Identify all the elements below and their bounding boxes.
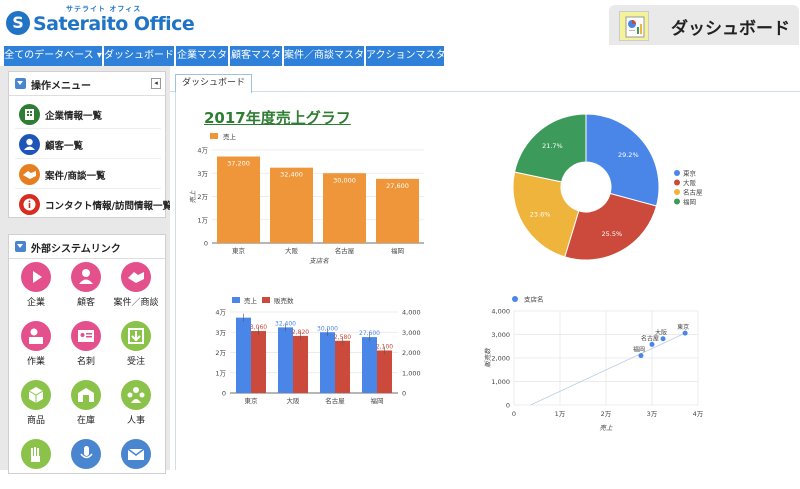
ext-link-label: 受注: [126, 357, 145, 367]
menu-item-deal-list[interactable]: 案件/商談一覧: [15, 160, 161, 189]
nav-tab-dashboard[interactable]: ダッシュボード: [104, 46, 174, 66]
nav-tab-action-master[interactable]: アクションマスタ: [366, 46, 446, 66]
dashboard-panel: [175, 92, 797, 470]
external-links-header: 外部システムリンク: [9, 235, 165, 259]
menu-item-label: 案件/商談一覧: [45, 171, 106, 182]
ext-link-label: 案件／商談: [113, 298, 159, 308]
building-icon: [19, 104, 40, 125]
worker-icon: [21, 321, 51, 351]
ext-link-orders[interactable]: 受注: [110, 321, 160, 371]
hand-icon: [21, 439, 51, 469]
play-icon: [21, 262, 51, 292]
ext-link-label: 商品: [26, 416, 45, 426]
card-icon: [71, 321, 101, 351]
app-header: S サテライト オフィス Sateraito Office ダッシュボード: [0, 0, 800, 45]
external-links-title: 外部システムリンク: [31, 244, 121, 255]
external-links-panel: 外部システムリンク 企業 顧客 案件／商談 作業 名刺 受注 商品 在庫 人事: [8, 234, 166, 474]
people-icon: [121, 380, 151, 410]
ext-link-hr[interactable]: 人事: [110, 380, 160, 430]
nav-tab-company-master[interactable]: 企業マスタ: [176, 46, 228, 66]
handshake-icon: [121, 262, 151, 292]
ext-link-label: 企業: [26, 298, 45, 308]
warehouse-icon: [71, 380, 101, 410]
download-icon: [121, 321, 151, 351]
main-nav: 全てのデータベース ▾ ダッシュボード 企業マスタ 顧客マスタ 案件／商談マスタ…: [0, 46, 800, 66]
report-title[interactable]: 2017年度売上グラフ: [204, 107, 351, 128]
nav-tab-all-databases[interactable]: 全てのデータベース ▾: [4, 46, 102, 66]
content-tab-bar: ダッシュボード: [170, 66, 800, 93]
nav-tab-customer-master[interactable]: 顧客マスタ: [230, 46, 282, 66]
menu-item-label: 顧客一覧: [45, 141, 84, 152]
ext-link-work[interactable]: 作業: [10, 321, 60, 371]
person-icon: [19, 134, 40, 155]
logo-mark[interactable]: S: [6, 11, 30, 35]
ext-link-inventory[interactable]: 在庫: [60, 380, 110, 430]
page-title-badge: ダッシュボード: [609, 5, 799, 45]
ext-link-label: 顧客: [76, 298, 95, 308]
ext-link-company[interactable]: 企業: [10, 262, 60, 312]
operation-menu-panel: 操作メニュー ◂ 企業情報一覧 顧客一覧 案件/商談一覧 コンタクト情報/訪問情…: [8, 71, 172, 219]
dashboard-chart-icon: [619, 11, 649, 41]
ext-link-mic[interactable]: [60, 439, 110, 489]
ext-link-label: 作業: [26, 357, 45, 367]
menu-item-contact-list[interactable]: コンタクト情報/訪問情報一覧: [15, 190, 172, 219]
logo-text[interactable]: Sateraito Office: [33, 13, 195, 35]
ext-link-label: 名刺: [76, 357, 95, 367]
ext-link-customer[interactable]: 顧客: [60, 262, 110, 312]
tab-dashboard[interactable]: ダッシュボード: [175, 74, 253, 93]
panel-caret-icon[interactable]: [15, 78, 26, 89]
menu-item-customer-list[interactable]: 顧客一覧: [15, 130, 161, 159]
mic-icon: [71, 439, 101, 469]
ext-link-business-card[interactable]: 名刺: [60, 321, 110, 371]
ext-link-label: 人事: [126, 416, 145, 426]
nav-tab-deal-master[interactable]: 案件／商談マスタ: [284, 46, 364, 66]
info-icon: [19, 194, 40, 215]
menu-item-label: コンタクト情報/訪問情報一覧: [45, 201, 172, 212]
mail-icon: [121, 439, 151, 469]
box-icon: [21, 380, 51, 410]
ext-link-products[interactable]: 商品: [10, 380, 60, 430]
panel-caret-icon[interactable]: [15, 241, 26, 252]
menu-item-company-list[interactable]: 企業情報一覧: [15, 100, 161, 129]
person-icon: [71, 262, 101, 292]
operation-menu-header: 操作メニュー ◂: [9, 72, 165, 96]
sidebar: 操作メニュー ◂ 企業情報一覧 顧客一覧 案件/商談一覧 コンタクト情報/訪問情…: [0, 66, 172, 474]
handshake-icon: [19, 164, 40, 185]
menu-item-label: 企業情報一覧: [45, 111, 103, 122]
ext-link-label: 在庫: [76, 416, 95, 426]
ext-link-deal[interactable]: 案件／商談: [110, 262, 160, 312]
ext-link-hand[interactable]: [10, 439, 60, 489]
page-title: ダッシュボード: [671, 19, 790, 39]
collapse-sidebar-button[interactable]: ◂: [151, 78, 161, 89]
ext-link-mail[interactable]: [110, 439, 160, 489]
operation-menu-title: 操作メニュー: [31, 81, 91, 92]
